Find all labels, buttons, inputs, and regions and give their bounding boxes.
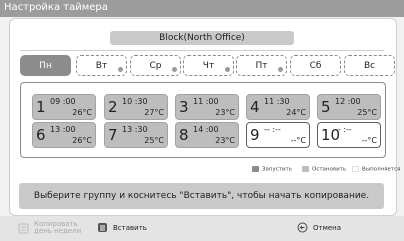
- day-tab[interactable]: Вт: [76, 55, 127, 76]
- cancel-button[interactable]: Отмена: [297, 222, 341, 233]
- timer-tile[interactable]: 4 11 :30 24°C: [246, 94, 310, 120]
- day-tab[interactable]: Пт: [236, 55, 287, 76]
- instruction-message: Выберите группу и коснитесь "Вставить", …: [19, 183, 384, 209]
- legend-stop: Остановить: [302, 166, 346, 175]
- copy-icon: [18, 223, 29, 233]
- timer-time: 11 :30: [264, 97, 290, 106]
- timer-number: 6: [36, 126, 46, 144]
- day-tab[interactable]: Сб: [290, 55, 341, 76]
- schedule-dot: [225, 67, 230, 72]
- day-tab-label: Пн: [39, 61, 52, 71]
- timer-time: 13 :30: [122, 125, 148, 134]
- timer-number: 5: [321, 98, 331, 116]
- day-tab-label: Ср: [149, 61, 162, 71]
- day-tab[interactable]: Чт: [183, 55, 234, 76]
- window-title: Настройка таймера: [4, 2, 108, 13]
- timer-time: -- :--: [335, 125, 352, 134]
- timer-time: 11 :00: [193, 97, 219, 106]
- paste-button[interactable]: Вставить: [97, 222, 147, 233]
- back-icon: [297, 222, 308, 233]
- timer-temperature: 26°C: [72, 136, 92, 145]
- timer-tile[interactable]: 8 14 :00 23°C: [175, 122, 239, 148]
- timer-tile[interactable]: 7 13 :30 25°C: [104, 122, 168, 148]
- timer-tile[interactable]: 2 10 :30 27°C: [104, 94, 168, 120]
- timer-number: 3: [179, 98, 189, 116]
- timer-tile[interactable]: 3 11 :00 23°C: [175, 94, 239, 120]
- timer-number: 1: [36, 98, 46, 116]
- day-tab[interactable]: Ср: [130, 55, 181, 76]
- timer-temperature: 24°C: [286, 108, 306, 117]
- timer-time: 12 :00: [335, 97, 361, 106]
- timer-temperature: 23°C: [215, 108, 235, 117]
- timer-tile[interactable]: 9 -- :-- --°C: [246, 122, 310, 148]
- timer-temperature: --°C: [290, 136, 306, 145]
- day-tab-label: Сб: [309, 61, 322, 71]
- legend-start: Запустить: [252, 166, 292, 175]
- day-tab-label: Вс: [363, 61, 376, 71]
- timer-time: 13 :00: [50, 125, 76, 134]
- paste-icon: [98, 223, 107, 232]
- timer-temperature: 26°C: [72, 108, 92, 117]
- timer-temperature: 25°C: [357, 108, 377, 117]
- legend-done-swatch: [352, 166, 359, 172]
- schedule-dot: [278, 67, 283, 72]
- day-tab-label: Вт: [95, 61, 108, 71]
- timer-temperature: 25°C: [144, 136, 164, 145]
- timer-temperature: 27°C: [144, 108, 164, 117]
- timer-number: 8: [179, 126, 189, 144]
- timer-number: 2: [108, 98, 118, 116]
- legend-done: Выполняется: [352, 166, 400, 175]
- timer-tile[interactable]: 6 13 :00 26°C: [32, 122, 96, 148]
- timer-number: 4: [250, 98, 260, 116]
- copy-day-button[interactable]: Копировать день недели: [18, 221, 82, 235]
- timer-number: 9: [250, 126, 260, 144]
- timer-number: 7: [108, 126, 118, 144]
- schedule-dot: [118, 67, 123, 72]
- divider: [20, 50, 384, 51]
- timer-tile[interactable]: 10 -- :-- --°C: [317, 122, 381, 148]
- block-name-label: Block(North Office): [110, 31, 294, 45]
- day-tab[interactable]: Вс: [344, 55, 395, 76]
- day-tab-label: Чт: [202, 61, 215, 71]
- timer-time: 14 :00: [193, 125, 219, 134]
- schedule-dot: [172, 67, 177, 72]
- timer-time: -- :--: [264, 125, 281, 134]
- timer-tile[interactable]: 5 12 :00 25°C: [317, 94, 381, 120]
- legend-start-swatch: [252, 166, 259, 172]
- legend-stop-swatch: [302, 166, 309, 172]
- day-tab[interactable]: Пн: [20, 55, 71, 76]
- timer-temperature: --°C: [361, 136, 377, 145]
- timer-temperature: 23°C: [215, 136, 235, 145]
- timer-tile[interactable]: 1 09 :00 26°C: [32, 94, 96, 120]
- title-bar: Настройка таймера: [0, 0, 404, 17]
- timer-time: 10 :30: [122, 97, 148, 106]
- timer-time: 09 :00: [50, 97, 76, 106]
- day-tab-label: Пт: [255, 61, 268, 71]
